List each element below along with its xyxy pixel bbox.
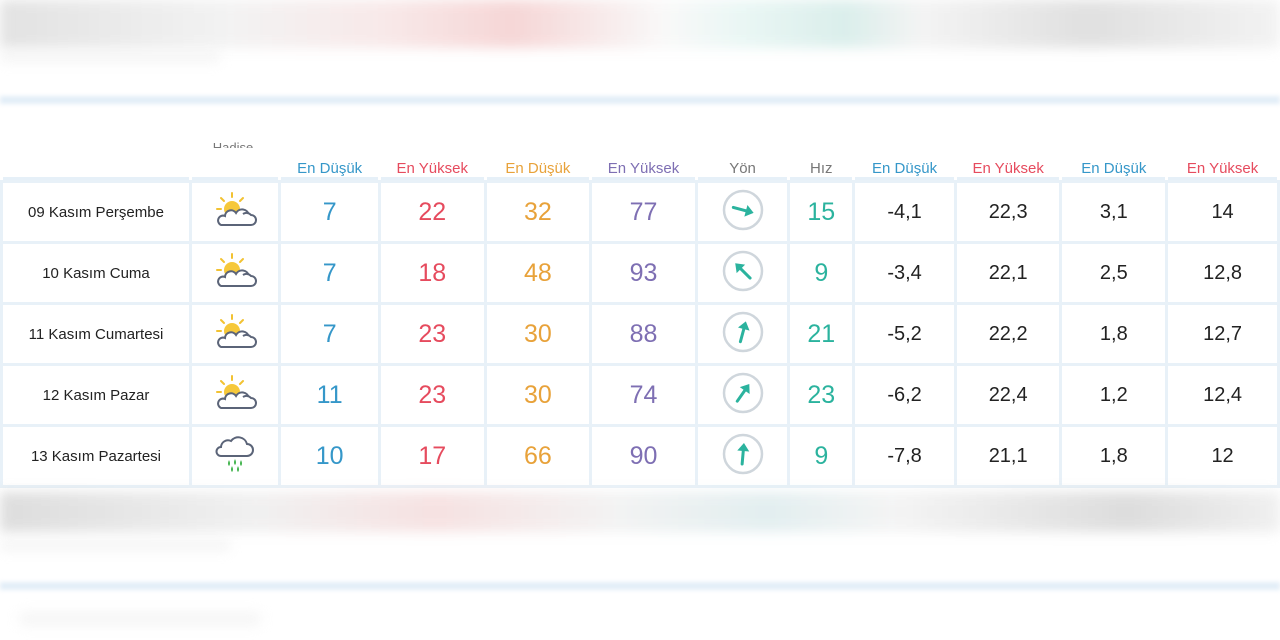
- weather-icon-cell: [191, 366, 279, 424]
- col12-value: 12,7: [1168, 305, 1277, 363]
- wind-speed: 9: [790, 244, 853, 302]
- wind-direction-cell: [697, 427, 788, 485]
- wind-direction-cell: [697, 366, 788, 424]
- header-temp-min: En Düşük: [281, 151, 378, 180]
- humidity-max: 90: [592, 427, 695, 485]
- temp-max: 23: [380, 305, 484, 363]
- table-row: 10 Kasım Cuma 7 18 48 93 9 -3,4 22,1 2,5 12,8: [3, 244, 1277, 302]
- blurred-footer-text: [20, 612, 260, 626]
- humidity-max: 93: [592, 244, 695, 302]
- wind-direction-cell: [697, 305, 788, 363]
- weather-icon-cell: [191, 427, 279, 485]
- table-row: 09 Kasım Perşembe 7 22 32 77 15 -4,1 22,3 3,1 14: [3, 183, 1277, 241]
- day-label: 13 Kasım Pazartesi: [3, 427, 189, 485]
- col11-value: 1,8: [1062, 427, 1166, 485]
- col11-value: 3,1: [1062, 183, 1166, 241]
- wind-speed: 15: [790, 183, 853, 241]
- weather-icon-cell: [191, 244, 279, 302]
- day-label: 09 Kasım Perşembe: [3, 183, 189, 241]
- col11-value: 1,8: [1062, 305, 1166, 363]
- table-row: 11 Kasım Cumartesi 7 23 30 88 21 -5,2 22,2 1,8 12…: [3, 305, 1277, 363]
- day-label: 12 Kasım Pazar: [3, 366, 189, 424]
- col10-value: 22,2: [956, 305, 1060, 363]
- weather-forecast-table: En Düşük En Yüksek En Düşük En Yüksek Yö…: [0, 148, 1280, 488]
- wind-speed: 21: [790, 305, 853, 363]
- weather-icon-cell: [191, 305, 279, 363]
- col12-value: 12,4: [1168, 366, 1277, 424]
- arrow-up-icon: [721, 433, 765, 480]
- blurred-top-banner: [0, 0, 1280, 48]
- temp-min: 10: [281, 427, 378, 485]
- col9-value: -5,2: [855, 305, 954, 363]
- humidity-min: 30: [486, 366, 590, 424]
- partly-cloudy-sun-icon: [211, 191, 259, 234]
- header-temp-max: En Yüksek: [380, 151, 484, 180]
- col10-value: 22,4: [956, 366, 1060, 424]
- temp-max: 18: [380, 244, 484, 302]
- header-wind-speed: Hız: [790, 151, 853, 180]
- temp-min: 7: [281, 183, 378, 241]
- col12-value: 14: [1168, 183, 1277, 241]
- temp-min: 7: [281, 305, 378, 363]
- top-separator: [0, 96, 1280, 104]
- humidity-max: 74: [592, 366, 695, 424]
- wind-direction-cell: [697, 183, 788, 241]
- wind-direction-cell: [697, 244, 788, 302]
- temp-max: 23: [380, 366, 484, 424]
- humidity-max: 88: [592, 305, 695, 363]
- col10-value: 21,1: [956, 427, 1060, 485]
- table-header-row: En Düşük En Yüksek En Düşük En Yüksek Yö…: [3, 151, 1277, 180]
- header-col11-min: En Düşük: [1062, 151, 1166, 180]
- humidity-min: 30: [486, 305, 590, 363]
- col9-value: -6,2: [855, 366, 954, 424]
- blurred-bottom-text: [0, 542, 230, 550]
- arrow-down-left-icon: [721, 250, 765, 297]
- header-col9-min: En Düşük: [855, 151, 954, 180]
- header-col10-max: En Yüksek: [956, 151, 1060, 180]
- temp-min: 11: [281, 366, 378, 424]
- partly-cloudy-sun-icon: [211, 374, 259, 417]
- header-wind-direction: Yön: [697, 151, 788, 180]
- col9-value: -7,8: [855, 427, 954, 485]
- humidity-max: 77: [592, 183, 695, 241]
- wind-speed: 9: [790, 427, 853, 485]
- blurred-top-text: [0, 52, 220, 62]
- temp-max: 17: [380, 427, 484, 485]
- arrow-up-right-icon: [721, 372, 765, 419]
- table-row: 13 Kasım Pazartesi 10 17 66 90 9 -7,8 21,1 1,8 12: [3, 427, 1277, 485]
- partly-cloudy-sun-icon: [211, 313, 259, 356]
- temp-max: 22: [380, 183, 484, 241]
- weather-icon-cell: [191, 183, 279, 241]
- header-hadise-cell: [191, 151, 279, 180]
- blurred-bottom-banner: [0, 492, 1280, 532]
- humidity-min: 66: [486, 427, 590, 485]
- col10-value: 22,1: [956, 244, 1060, 302]
- humidity-min: 32: [486, 183, 590, 241]
- header-humidity-max: En Yüksek: [592, 151, 695, 180]
- table-row: 12 Kasım Pazar 11 23 30 74 23 -6,2 22,4 1,2 12,4: [3, 366, 1277, 424]
- col12-value: 12,8: [1168, 244, 1277, 302]
- col9-value: -3,4: [855, 244, 954, 302]
- wind-speed: 23: [790, 366, 853, 424]
- arrow-right-icon: [721, 189, 765, 236]
- day-label: 11 Kasım Cumartesi: [3, 305, 189, 363]
- arrow-up-slight-right-icon: [721, 311, 765, 358]
- partly-cloudy-sun-icon: [211, 252, 259, 295]
- col12-value: 12: [1168, 427, 1277, 485]
- col10-value: 22,3: [956, 183, 1060, 241]
- rain-cloud-icon: [213, 435, 257, 478]
- temp-min: 7: [281, 244, 378, 302]
- col9-value: -4,1: [855, 183, 954, 241]
- humidity-min: 48: [486, 244, 590, 302]
- bottom-separator: [0, 582, 1280, 590]
- header-humidity-min: En Düşük: [486, 151, 590, 180]
- header-day: [3, 151, 189, 180]
- header-col12-max: En Yüksek: [1168, 151, 1277, 180]
- day-label: 10 Kasım Cuma: [3, 244, 189, 302]
- col11-value: 2,5: [1062, 244, 1166, 302]
- col11-value: 1,2: [1062, 366, 1166, 424]
